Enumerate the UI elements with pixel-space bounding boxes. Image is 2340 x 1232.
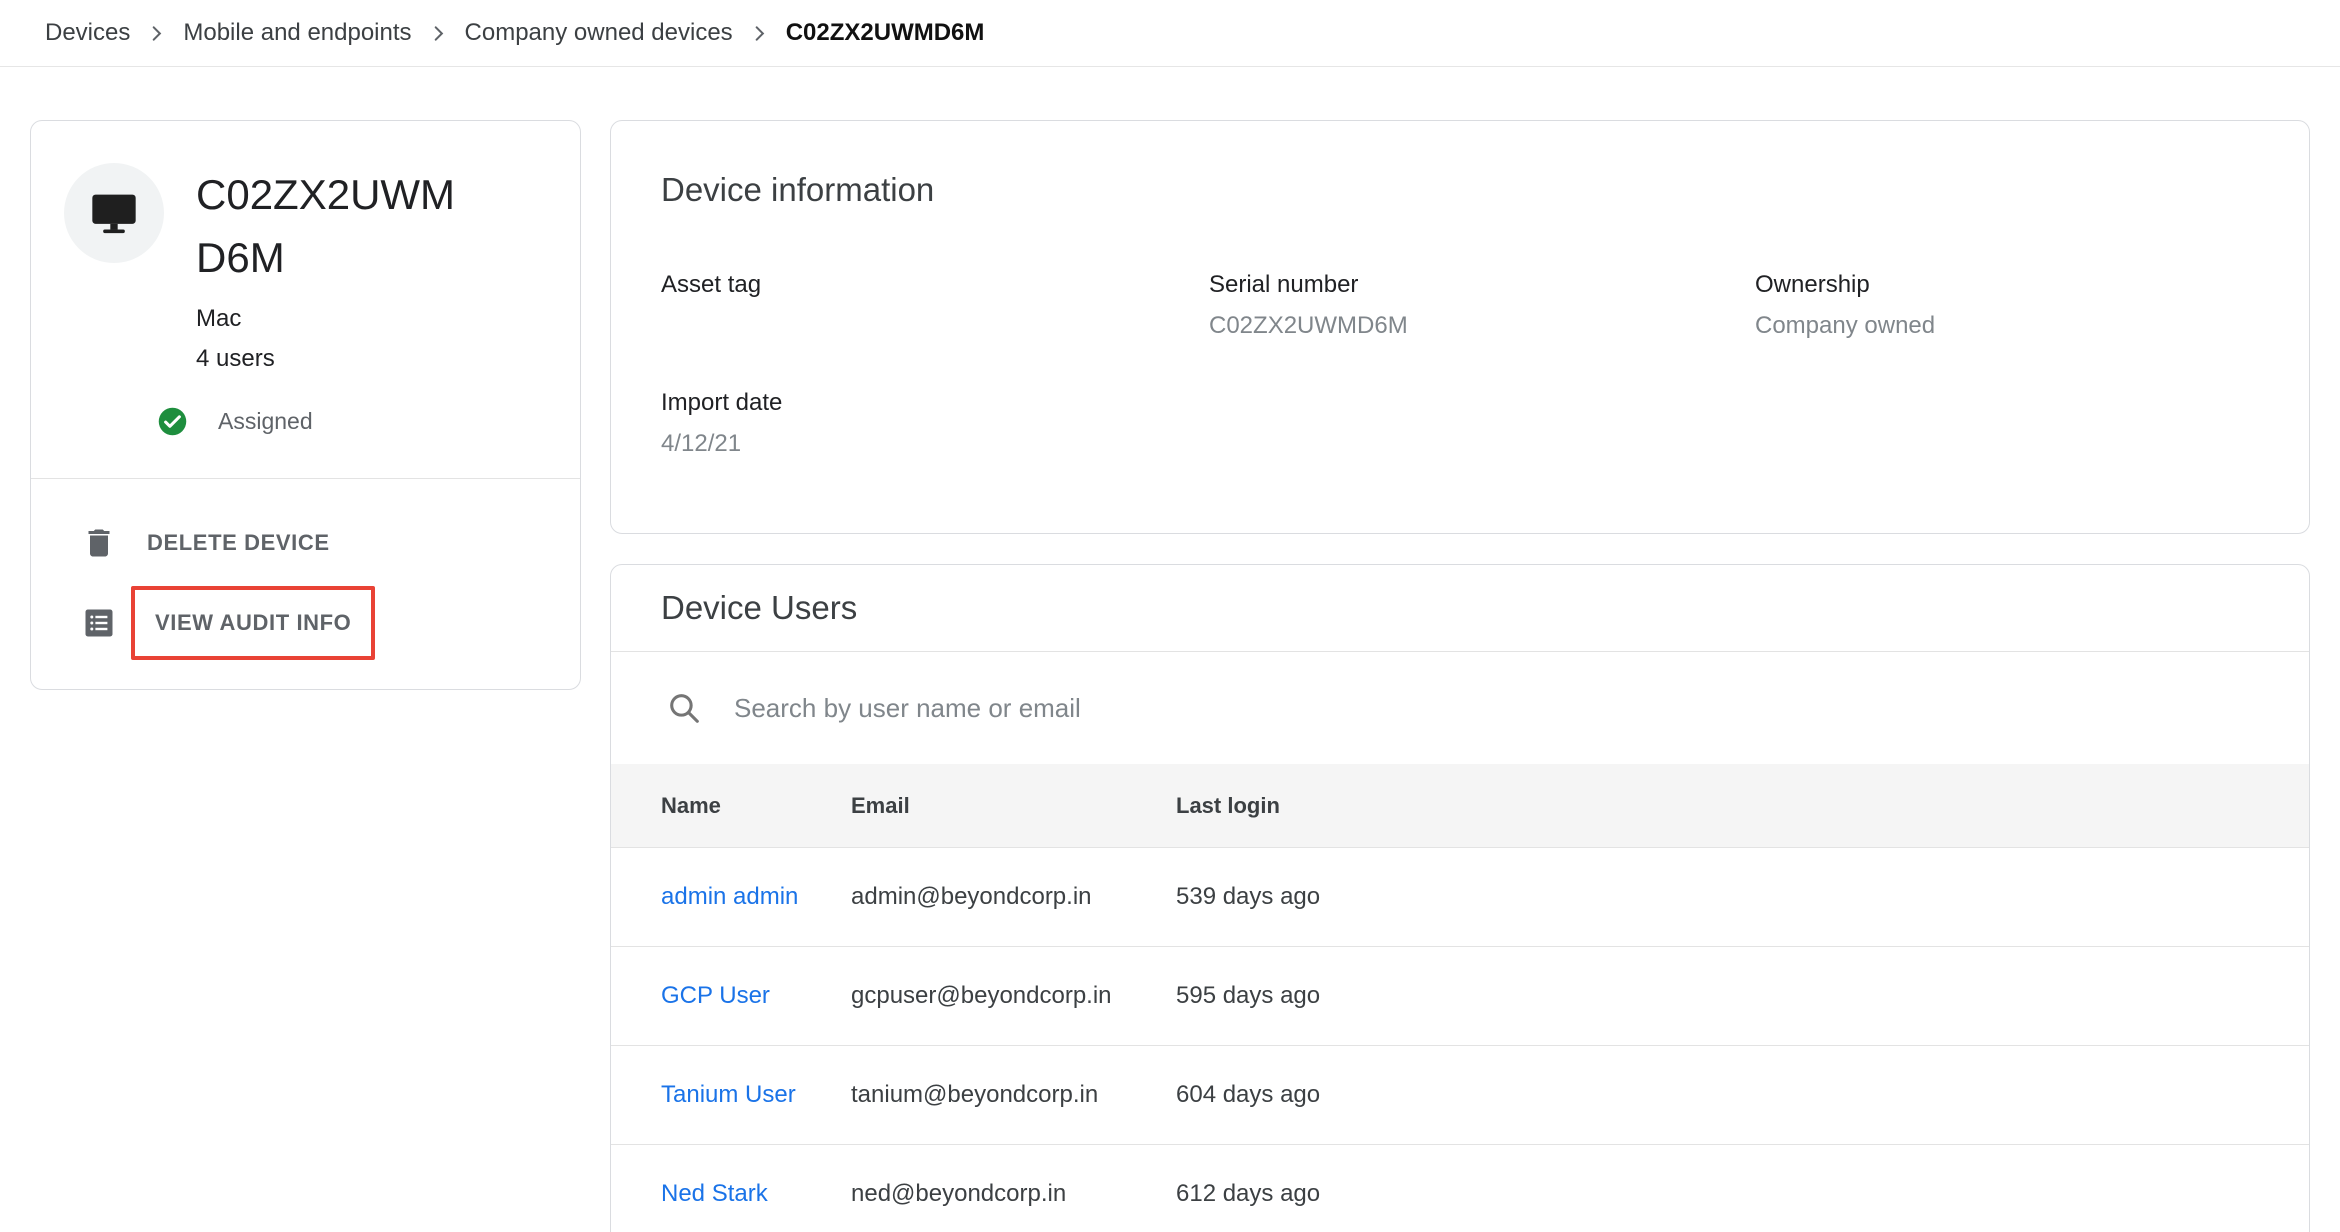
user-last-login: 612 days ago — [1176, 1180, 2259, 1208]
search-icon — [666, 690, 703, 727]
user-name-link[interactable]: GCP User — [661, 982, 851, 1010]
user-last-login: 604 days ago — [1176, 1081, 2259, 1109]
field-label: Import date — [661, 389, 1209, 417]
user-name-link[interactable]: admin admin — [661, 883, 851, 911]
user-name-link[interactable]: Ned Stark — [661, 1180, 851, 1208]
user-search-bar — [611, 652, 2309, 764]
column-header-last-login: Last login — [1176, 793, 2259, 819]
user-search-input[interactable] — [734, 693, 2259, 724]
users-table-header: Name Email Last login — [611, 764, 2309, 847]
field-value: C02ZX2UWMD6M — [1209, 312, 1755, 341]
delete-device-label: DELETE DEVICE — [147, 530, 330, 556]
user-last-login: 539 days ago — [1176, 883, 2259, 911]
table-row: GCP User gcpuser@beyondcorp.in 595 days … — [611, 946, 2309, 1045]
field-serial-number: Serial number C02ZX2UWMD6M — [1209, 271, 1755, 341]
field-label: Ownership — [1755, 271, 2259, 299]
table-row: admin admin admin@beyondcorp.in 539 days… — [611, 847, 2309, 946]
check-circle-icon — [156, 405, 189, 438]
table-row: Ned Stark ned@beyondcorp.in 612 days ago — [611, 1144, 2309, 1232]
chevron-right-icon — [143, 20, 170, 47]
column-header-name: Name — [661, 793, 851, 819]
user-email: ned@beyondcorp.in — [851, 1180, 1176, 1208]
field-asset-tag: Asset tag — [661, 271, 1209, 341]
breadcrumb-item-devices[interactable]: Devices — [45, 19, 130, 47]
device-users-card: Device Users Name Email Last login admin… — [610, 564, 2310, 1232]
table-row: Tanium User tanium@beyondcorp.in 604 day… — [611, 1045, 2309, 1144]
annotation-highlight: VIEW AUDIT INFO — [131, 586, 375, 660]
device-users-count: 4 users — [196, 345, 468, 373]
device-users-header: Device Users — [611, 565, 2309, 652]
field-value: Company owned — [1755, 312, 2259, 341]
breadcrumb-item-mobile-endpoints[interactable]: Mobile and endpoints — [183, 19, 411, 47]
user-last-login: 595 days ago — [1176, 982, 2259, 1010]
main-content: C02ZX2UWMD6M Mac 4 users Assigned — [0, 67, 2340, 1232]
device-avatar — [64, 163, 164, 263]
delete-device-button[interactable]: DELETE DEVICE — [31, 503, 580, 583]
user-email: tanium@beyondcorp.in — [851, 1081, 1176, 1109]
field-value — [661, 312, 1209, 341]
breadcrumb: Devices Mobile and endpoints Company own… — [0, 0, 2340, 67]
device-actions: DELETE DEVICE — [31, 479, 580, 689]
chevron-right-icon — [425, 20, 452, 47]
user-email: admin@beyondcorp.in — [851, 883, 1176, 911]
status-badge: Assigned — [218, 408, 313, 435]
device-users-title: Device Users — [661, 589, 857, 627]
device-status: Assigned — [156, 405, 552, 438]
device-information-fields: Asset tag Serial number C02ZX2UWMD6M Own… — [661, 271, 2259, 459]
device-profile: C02ZX2UWMD6M Mac 4 users Assigned — [31, 121, 580, 478]
field-ownership: Ownership Company owned — [1755, 271, 2259, 341]
breadcrumb-item-current-device: C02ZX2UWMD6M — [786, 19, 985, 47]
user-email: gcpuser@beyondcorp.in — [851, 982, 1176, 1010]
user-name-link[interactable]: Tanium User — [661, 1081, 851, 1109]
trash-icon — [81, 525, 117, 561]
device-title: C02ZX2UWMD6M — [196, 163, 468, 289]
audit-list-icon — [81, 605, 117, 641]
view-audit-info-label: VIEW AUDIT INFO — [155, 610, 351, 636]
field-import-date: Import date 4/12/21 — [661, 389, 1209, 459]
field-value: 4/12/21 — [661, 430, 1209, 459]
desktop-monitor-icon — [88, 187, 140, 239]
page: Devices Mobile and endpoints Company own… — [0, 0, 2340, 1232]
device-information-card: Device information Asset tag Serial numb… — [610, 120, 2310, 534]
device-platform: Mac — [196, 305, 468, 333]
breadcrumb-item-company-owned[interactable]: Company owned devices — [465, 19, 733, 47]
view-audit-info-button[interactable]: VIEW AUDIT INFO — [31, 583, 580, 663]
device-information-title: Device information — [661, 171, 2259, 209]
device-summary-card: C02ZX2UWMD6M Mac 4 users Assigned — [30, 120, 581, 690]
field-label: Serial number — [1209, 271, 1755, 299]
field-label: Asset tag — [661, 271, 1209, 299]
detail-column: Device information Asset tag Serial numb… — [610, 120, 2310, 1232]
chevron-right-icon — [746, 20, 773, 47]
column-header-email: Email — [851, 793, 1176, 819]
